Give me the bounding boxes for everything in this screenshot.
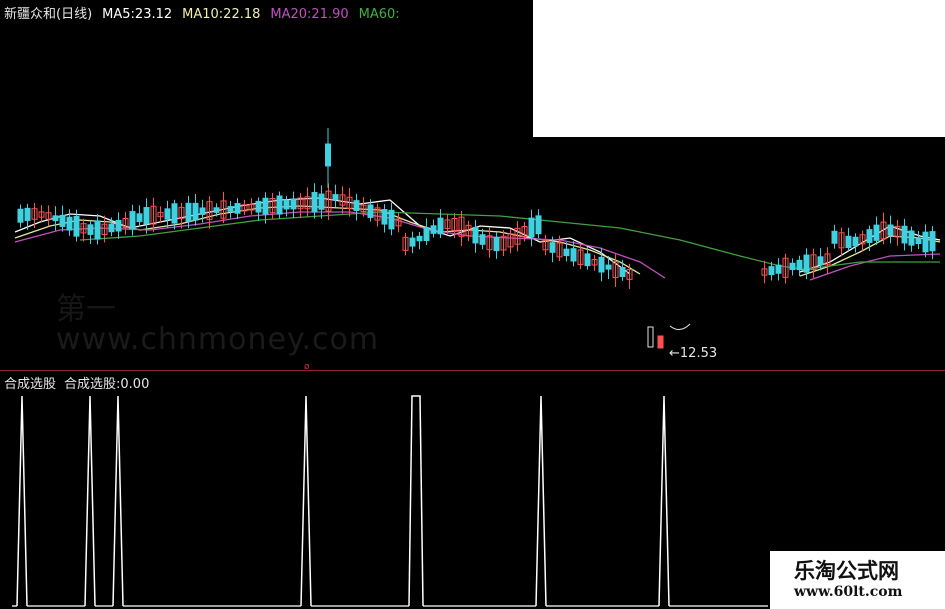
ma60-label: MA60: <box>358 7 400 22</box>
signal-spike <box>16 395 28 607</box>
candle-body <box>136 213 143 223</box>
candle-body <box>563 248 570 257</box>
candle-body <box>143 207 150 225</box>
low-candle-2 <box>657 335 664 349</box>
candle-body <box>353 200 360 212</box>
candle-body <box>409 237 416 247</box>
candle-body <box>227 206 234 212</box>
candle-body <box>549 242 556 253</box>
candle-body <box>479 234 486 245</box>
candle-body <box>255 200 262 213</box>
candle-body <box>789 262 796 271</box>
signal-spike <box>300 395 312 607</box>
spike-body <box>325 143 331 167</box>
candle-body <box>831 230 838 244</box>
candle-body <box>185 202 192 222</box>
candle-body <box>796 259 803 271</box>
candle-body <box>887 224 894 236</box>
candle-body <box>381 209 388 225</box>
candle-body <box>929 231 936 252</box>
candle-body <box>192 202 199 221</box>
candle-body <box>922 231 929 253</box>
ma10-label: MA10:22.18 <box>182 7 261 22</box>
candle-body <box>52 215 59 222</box>
ma20-label: MA20:21.90 <box>270 7 349 22</box>
signal-spike <box>658 395 670 607</box>
candle-body <box>570 248 577 262</box>
candle-body <box>528 217 535 238</box>
candle-body <box>318 193 325 210</box>
candle-body <box>423 227 430 242</box>
candle-body <box>908 230 915 246</box>
candle-body <box>213 207 220 213</box>
low-arc <box>669 323 691 330</box>
candle-body <box>283 199 290 210</box>
signal-spike <box>112 395 124 607</box>
candle-body <box>619 267 626 277</box>
watermark-text: www.chnmoney.com <box>56 322 380 357</box>
stock-chart-window: 第一 www.chnmoney.com 新疆众和(日线) MA5:23.12 MA1… <box>0 0 945 609</box>
chart-canvas[interactable] <box>0 0 945 609</box>
candle-body <box>59 214 66 227</box>
candle-body <box>24 207 31 221</box>
candle-body <box>584 253 591 267</box>
brand-url: www.60lt.com <box>794 584 903 600</box>
stock-name: 新疆众和(日线) <box>4 7 93 22</box>
candle-body <box>290 198 297 210</box>
candle-body <box>66 216 73 231</box>
candle-body <box>901 225 908 244</box>
panel-divider[interactable] <box>0 370 945 371</box>
ma20-line-left <box>14 211 666 279</box>
indicator-name: 合成选股 <box>4 377 57 392</box>
candle-body <box>845 235 852 249</box>
low-candle <box>647 326 654 348</box>
candle-body <box>332 194 339 201</box>
candle-body <box>129 211 136 230</box>
divider-marker: ø <box>304 362 310 372</box>
candle-body <box>873 224 880 241</box>
candle-body <box>817 256 824 266</box>
candle-body <box>866 229 873 243</box>
candle-body <box>262 197 269 215</box>
brand-logo: 乐淘公式网 www.60lt.com <box>770 551 945 609</box>
indicator-title: 合成选股 合成选股:0.00 <box>4 373 157 392</box>
candle-body <box>430 225 437 234</box>
candle-body <box>605 264 612 270</box>
candle-body <box>311 192 318 213</box>
ma5-label: MA5:23.12 <box>102 7 173 22</box>
candle-body <box>17 208 24 223</box>
lowest-price-label: ←12.53 <box>669 346 718 361</box>
candle-body <box>367 204 374 218</box>
ma-legend: 新疆众和(日线) MA5:23.12 MA10:22.18 MA20:21.90 MA6… <box>4 3 410 22</box>
candle-body <box>199 207 206 215</box>
candle-body <box>171 203 178 224</box>
candle-body <box>535 215 542 235</box>
candle-body <box>915 237 922 245</box>
signal-spike <box>535 395 547 607</box>
brand-name: 乐淘公式网 <box>794 558 899 583</box>
candle-body <box>87 224 94 235</box>
candle-body <box>73 215 80 237</box>
candle-body <box>493 236 500 252</box>
candle-body <box>416 235 423 242</box>
candle-body <box>164 208 171 220</box>
candle-body <box>115 219 122 232</box>
candle-body <box>108 223 115 233</box>
candle-body <box>803 254 810 273</box>
candle-body <box>437 217 444 235</box>
candle-body <box>768 266 775 276</box>
lowest-price-value: 12.53 <box>679 346 718 361</box>
candle-body <box>598 256 605 273</box>
candle-body <box>388 209 395 230</box>
candle-body <box>775 264 782 274</box>
candle-body <box>472 226 479 244</box>
indicator-value: 合成选股:0.00 <box>64 377 150 392</box>
candle-body <box>852 236 859 247</box>
signal-spike <box>84 395 96 607</box>
candle-body <box>94 220 101 240</box>
signal-spike <box>408 395 424 607</box>
candle-body <box>276 195 283 215</box>
candle-body <box>234 203 241 214</box>
